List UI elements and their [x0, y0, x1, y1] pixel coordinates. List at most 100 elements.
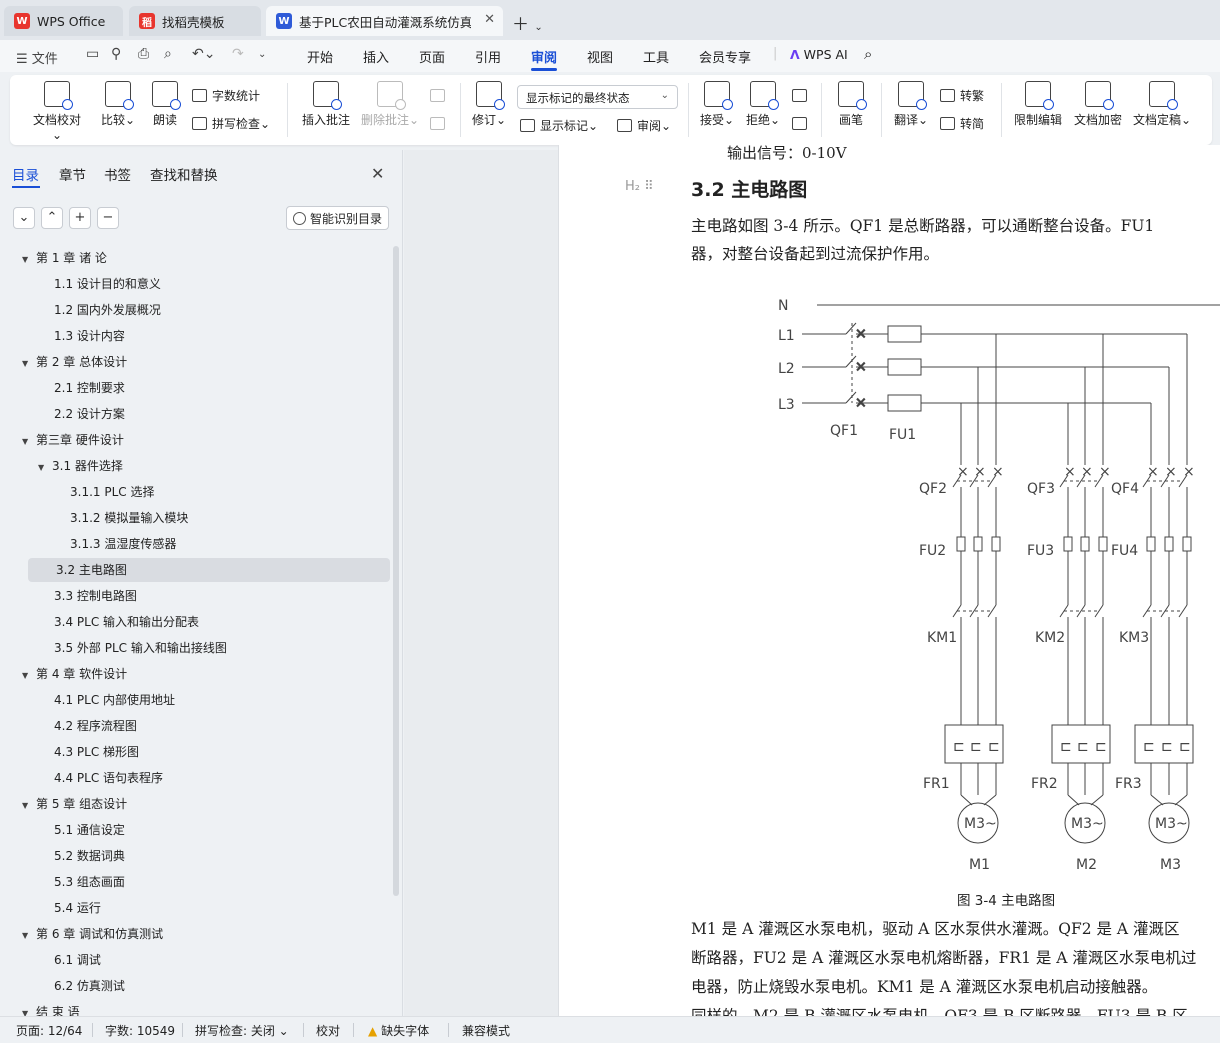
expand-triangle-icon[interactable]: ▼: [22, 352, 36, 376]
toc-item[interactable]: 4.3 PLC 梯形图: [0, 740, 392, 764]
menu-review[interactable]: 审阅: [531, 47, 557, 66]
toc-item[interactable]: ▼ 3.1 器件选择: [0, 454, 392, 478]
markup-state-dropdown[interactable]: 显示标记的最终状态 ⌄: [517, 85, 678, 109]
missing-font-status[interactable]: ▲ 缺失字体: [368, 1022, 429, 1039]
word-count-button[interactable]: 字数统计: [192, 87, 260, 104]
nav-tab-bookmarks[interactable]: 书签: [104, 164, 131, 184]
expand-triangle-icon[interactable]: ▼: [22, 664, 36, 688]
print-icon[interactable]: ⎙: [138, 46, 149, 62]
translate-button[interactable]: 翻译⌄: [892, 81, 930, 128]
toc-item[interactable]: ▼ 第 4 章 软件设计: [0, 662, 392, 686]
to-traditional-button[interactable]: 转繁: [940, 87, 984, 104]
toc-item[interactable]: ▼ 第 5 章 组态设计: [0, 792, 392, 816]
remove-heading-button[interactable]: −: [97, 207, 119, 229]
doc-check-button[interactable]: 文档校对⌄: [30, 81, 84, 142]
to-simplified-button[interactable]: 转简: [940, 115, 984, 132]
revise-button[interactable]: 修订⌄: [470, 81, 508, 128]
toc-item[interactable]: 3.1.3 温湿度传感器: [0, 532, 392, 556]
nav-tab-find-replace[interactable]: 查找和替换: [150, 164, 218, 184]
toc-item[interactable]: 3.2 主电路图: [28, 558, 390, 582]
search-icon[interactable]: ⌕: [864, 45, 872, 63]
restrict-edit-button[interactable]: 限制编辑: [1012, 81, 1064, 128]
spell-check-button[interactable]: 拼写检查 ⌄: [192, 115, 270, 132]
accept-button[interactable]: 接受⌄: [698, 81, 736, 128]
finalize-button[interactable]: 文档定稿⌄: [1132, 81, 1192, 128]
toc-item[interactable]: 3.4 PLC 输入和输出分配表: [0, 610, 392, 634]
expand-all-button[interactable]: ⌄: [13, 207, 35, 229]
toc-item[interactable]: ▼ 第 6 章 调试和仿真测试: [0, 922, 392, 946]
read-aloud-button[interactable]: 朗读: [148, 81, 182, 128]
new-tab-icon[interactable]: ＋ ⌄: [512, 10, 543, 35]
toc-item[interactable]: ▼ 第 1 章 诸 论: [0, 246, 392, 270]
wps-ai-button[interactable]: ᐱ WPS AI: [790, 47, 848, 62]
menu-home[interactable]: 开始: [307, 47, 333, 66]
nav-tab-chapters[interactable]: 章节: [59, 164, 86, 184]
next-change-button[interactable]: [792, 117, 812, 130]
compare-button[interactable]: 比较⌄: [98, 81, 138, 128]
reject-button[interactable]: 拒绝⌄: [744, 81, 782, 128]
expand-triangle-icon[interactable]: ▼: [22, 924, 36, 948]
expand-triangle-icon[interactable]: ▼: [22, 430, 36, 454]
file-menu[interactable]: ☰ 文件: [16, 48, 58, 67]
menu-insert[interactable]: 插入: [363, 47, 389, 66]
expand-triangle-icon[interactable]: ▼: [38, 456, 52, 480]
toc-item[interactable]: 5.3 组态画面: [0, 870, 392, 894]
toc-item[interactable]: 3.1.2 模拟量输入模块: [0, 506, 392, 530]
undo-icon[interactable]: ↶⌄: [192, 46, 215, 62]
toc-item[interactable]: 1.2 国内外发展概况: [0, 298, 392, 322]
nav-tab-toc[interactable]: 目录: [12, 164, 39, 184]
toc-item[interactable]: 3.1.1 PLC 选择: [0, 480, 392, 504]
toc-item[interactable]: 6.1 调试: [0, 948, 392, 972]
print-preview-icon[interactable]: ⌕: [164, 46, 172, 62]
delete-comment-button[interactable]: 删除批注⌄: [360, 81, 420, 128]
save-icon[interactable]: ▭: [86, 46, 99, 62]
proofread-status[interactable]: 校对: [316, 1022, 340, 1039]
paragraph-line: 断路器，FU2 是 A 灌溉区水泵电机熔断器，FR1 是 A 灌溉区水泵电机过: [691, 949, 1197, 967]
toc-item[interactable]: ▼ 第 2 章 总体设计: [0, 350, 392, 374]
previous-change-button[interactable]: [792, 89, 812, 102]
toc-item[interactable]: 1.3 设计内容: [0, 324, 392, 348]
menu-view[interactable]: 视图: [587, 47, 613, 66]
nav-scrollbar[interactable]: [393, 246, 399, 896]
toc-item[interactable]: 5.4 运行: [0, 896, 392, 920]
close-pane-icon[interactable]: ✕: [371, 164, 384, 183]
spell-check-status[interactable]: 拼写检查: 关闭 ⌄: [195, 1022, 289, 1039]
collapse-button[interactable]: ⌃: [41, 207, 63, 229]
insert-comment-button[interactable]: 插入批注: [300, 81, 352, 128]
menu-tools[interactable]: 工具: [643, 47, 669, 66]
menu-references[interactable]: 引用: [475, 47, 501, 66]
smart-toc-button[interactable]: 智能识别目录: [286, 206, 389, 230]
expand-triangle-icon[interactable]: ▼: [22, 248, 36, 272]
show-markup-button[interactable]: 显示标记 ⌄: [520, 117, 598, 134]
toc-item[interactable]: ▼ 第三章 硬件设计: [0, 428, 392, 452]
menu-page[interactable]: 页面: [419, 47, 445, 66]
close-tab-icon[interactable]: ✕: [484, 12, 495, 27]
toc-item[interactable]: 3.3 控制电路图: [0, 584, 392, 608]
redo-icon[interactable]: ↷: [232, 46, 244, 62]
expand-triangle-icon[interactable]: ▼: [22, 794, 36, 818]
menu-member[interactable]: 会员专享: [699, 47, 751, 66]
toc-item[interactable]: 6.2 仿真测试: [0, 974, 392, 998]
toc-item[interactable]: 5.1 通信设定: [0, 818, 392, 842]
page-indicator[interactable]: 页面: 12/64: [16, 1022, 82, 1039]
toc-item[interactable]: 2.1 控制要求: [0, 376, 392, 400]
toc-item[interactable]: 4.1 PLC 内部使用地址: [0, 688, 392, 712]
share-icon[interactable]: ⚲: [111, 46, 121, 62]
review-pane-button[interactable]: 审阅 ⌄: [617, 117, 671, 134]
encrypt-button[interactable]: 文档加密: [1072, 81, 1124, 128]
toc-item[interactable]: 1.1 设计目的和意义: [0, 272, 392, 296]
pen-button[interactable]: 画笔: [834, 81, 868, 128]
toc-item[interactable]: 4.2 程序流程图: [0, 714, 392, 738]
tab-wps-office[interactable]: W WPS Office: [4, 6, 123, 36]
more-quick-access-icon[interactable]: ⌄: [258, 49, 266, 60]
add-heading-button[interactable]: +: [69, 207, 91, 229]
previous-comment-button[interactable]: [430, 89, 450, 102]
tab-document[interactable]: W 基于PLC农田自动灌溉系统仿真 ✕: [266, 6, 503, 36]
toc-item[interactable]: 2.2 设计方案: [0, 402, 392, 426]
next-comment-button[interactable]: [430, 117, 450, 130]
tab-docer-templates[interactable]: 稻 找稻壳模板: [129, 6, 261, 36]
toc-item[interactable]: 4.4 PLC 语句表程序: [0, 766, 392, 790]
word-count-status[interactable]: 字数: 10549: [105, 1022, 175, 1039]
toc-item[interactable]: 5.2 数据词典: [0, 844, 392, 868]
toc-item[interactable]: 3.5 外部 PLC 输入和输出接线图: [0, 636, 392, 660]
